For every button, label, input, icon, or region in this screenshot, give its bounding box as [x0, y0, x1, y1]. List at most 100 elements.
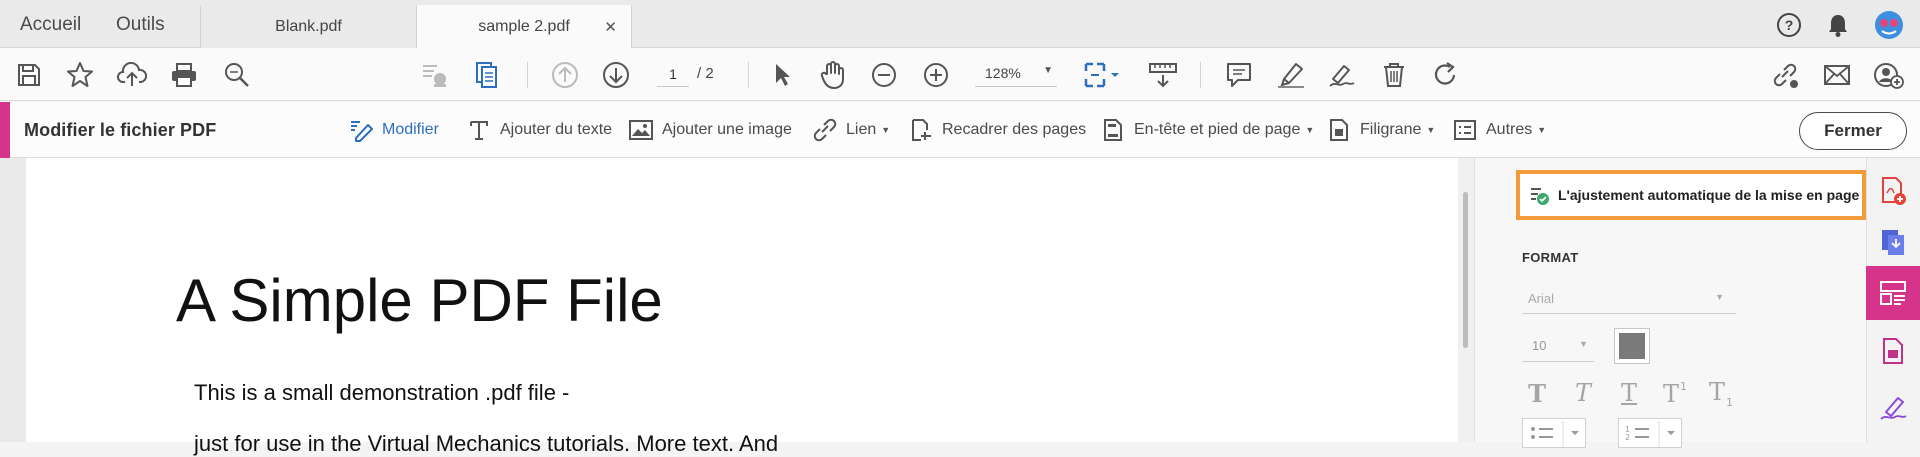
chevron-down-icon: ▼: [881, 125, 891, 135]
edit-pdf-rail-icon[interactable]: [1866, 266, 1920, 320]
chevron-down-icon: ▼: [1537, 125, 1547, 135]
font-size-select[interactable]: 10 ▼: [1522, 330, 1594, 362]
watermark-label: Filigrane: [1360, 121, 1422, 138]
help-icon[interactable]: ?: [1776, 11, 1802, 39]
zoom-out-icon[interactable]: [869, 60, 899, 90]
subscript-icon[interactable]: T1: [1706, 378, 1736, 408]
document-title[interactable]: A Simple PDF File: [176, 266, 663, 335]
italic-icon[interactable]: T: [1568, 378, 1598, 408]
select-cursor-icon[interactable]: [767, 60, 797, 90]
edit-tool-button[interactable]: Modifier: [348, 118, 439, 142]
edit-pdf-title: Modifier le fichier PDF: [24, 120, 217, 140]
bell-icon[interactable]: [1826, 11, 1850, 39]
more-list-icon: [1452, 118, 1478, 142]
page-number-input[interactable]: [657, 61, 689, 87]
add-image-label: Ajouter une image: [662, 121, 792, 138]
header-footer-label: En-tête et pied de page: [1134, 121, 1301, 138]
print-icon[interactable]: [169, 60, 199, 90]
tab-blank-pdf[interactable]: Blank.pdf: [200, 5, 416, 48]
crop-pages-button[interactable]: Recadrer des pages: [908, 118, 1086, 142]
auto-layout-toggle[interactable]: L'ajustement automatique de la mise en p…: [1516, 170, 1866, 220]
star-icon[interactable]: [65, 60, 95, 90]
sign-pen-icon[interactable]: [1327, 60, 1357, 90]
close-edit-button[interactable]: Fermer: [1799, 112, 1907, 150]
edit-pdf-toolbar: Modifier le fichier PDF Modifier Ajouter…: [0, 102, 1920, 158]
create-pdf-icon[interactable]: [1866, 164, 1920, 218]
fill-sign-icon[interactable]: [1866, 380, 1920, 434]
export-pdf-icon[interactable]: [1866, 216, 1920, 270]
document-pages-icon[interactable]: [472, 60, 502, 90]
header-footer-icon: [1100, 118, 1126, 142]
document-viewport: A Simple PDF File This is a small demons…: [0, 158, 1460, 456]
svg-text:T: T: [1709, 378, 1725, 406]
close-tab-icon[interactable]: ✕: [604, 18, 617, 36]
page-down-icon[interactable]: [601, 60, 631, 90]
redo-icon[interactable]: [1431, 60, 1461, 90]
fit-page-icon[interactable]: [1082, 60, 1122, 90]
comment-icon[interactable]: [1224, 60, 1254, 90]
zoom-search-icon[interactable]: [222, 60, 252, 90]
chevron-down-icon: ▼: [1579, 339, 1588, 349]
edit-accent-bar: [0, 102, 10, 158]
link-label: Lien: [846, 121, 877, 138]
font-family-value: Arial: [1528, 291, 1555, 306]
add-text-button[interactable]: Ajouter du texte: [466, 118, 612, 142]
tab-sample-2-pdf[interactable]: sample 2.pdf ✕: [416, 5, 632, 49]
scrollbar-thumb[interactable]: [1463, 192, 1468, 348]
add-user-icon[interactable]: [1874, 60, 1904, 90]
text-color-picker[interactable]: [1614, 328, 1650, 364]
nav-home[interactable]: Accueil: [20, 14, 81, 36]
superscript-icon[interactable]: T1: [1660, 378, 1690, 408]
zoom-level: 128%: [985, 65, 1021, 81]
svg-text:1: 1: [1726, 396, 1733, 408]
image-icon: [628, 118, 654, 142]
more-label: Autres: [1486, 121, 1533, 138]
bullet-list-button[interactable]: [1522, 418, 1586, 448]
svg-text:1: 1: [1680, 380, 1687, 393]
chevron-down-icon: ▼: [1043, 65, 1053, 76]
crop-page-icon: [908, 118, 934, 142]
nav-tools[interactable]: Outils: [116, 14, 165, 36]
link-share-icon[interactable]: [1770, 60, 1800, 90]
auto-layout-label: L'ajustement automatique de la mise en p…: [1558, 187, 1860, 203]
font-size-value: 10: [1532, 338, 1547, 353]
stamp-icon[interactable]: [420, 60, 450, 90]
svg-text:?: ?: [1785, 17, 1794, 33]
toolbar-divider: [527, 62, 528, 88]
document-paragraph[interactable]: just for use in the Virtual Mechanics tu…: [194, 431, 778, 457]
chevron-down-icon: ▼: [1715, 292, 1724, 302]
zoom-in-icon[interactable]: [921, 60, 951, 90]
add-image-button[interactable]: Ajouter une image: [628, 118, 792, 142]
avatar[interactable]: [1874, 11, 1904, 39]
svg-text:2: 2: [1625, 433, 1630, 442]
document-paragraph[interactable]: This is a small demonstration .pdf file …: [194, 380, 569, 406]
add-text-label: Ajouter du texte: [500, 121, 613, 138]
link-button[interactable]: Lien ▼: [812, 118, 890, 142]
link-icon: [812, 118, 838, 142]
trash-icon[interactable]: [1379, 60, 1409, 90]
highlighter-icon[interactable]: [1276, 60, 1306, 90]
tab-label: Blank.pdf: [275, 17, 342, 35]
chevron-down-icon: ▼: [1305, 125, 1315, 135]
more-button[interactable]: Autres ▼: [1452, 118, 1546, 142]
text-t-icon: [466, 118, 492, 142]
svg-text:T: T: [1663, 380, 1679, 408]
cloud-upload-icon[interactable]: [117, 60, 147, 90]
format-heading: FORMAT: [1522, 250, 1579, 265]
page-up-icon[interactable]: [550, 60, 580, 90]
page-total: / 2: [697, 65, 714, 82]
zoom-level-select[interactable]: 128% ▼: [975, 61, 1057, 87]
underline-icon[interactable]: T: [1614, 378, 1644, 408]
pdf-page[interactable]: A Simple PDF File This is a small demons…: [26, 158, 1458, 456]
toolbar-divider: [1200, 62, 1201, 88]
save-icon[interactable]: [14, 60, 44, 90]
font-family-select[interactable]: Arial ▼: [1522, 284, 1736, 314]
organize-pages-icon[interactable]: [1866, 324, 1920, 378]
hand-icon[interactable]: [818, 60, 848, 90]
measure-icon[interactable]: [1148, 60, 1178, 90]
watermark-button[interactable]: Filigrane ▼: [1326, 118, 1435, 142]
mail-icon[interactable]: [1822, 60, 1852, 90]
bold-icon[interactable]: T: [1522, 378, 1552, 408]
header-footer-button[interactable]: En-tête et pied de page ▼: [1100, 118, 1314, 142]
numbered-list-button[interactable]: 12: [1618, 418, 1682, 448]
